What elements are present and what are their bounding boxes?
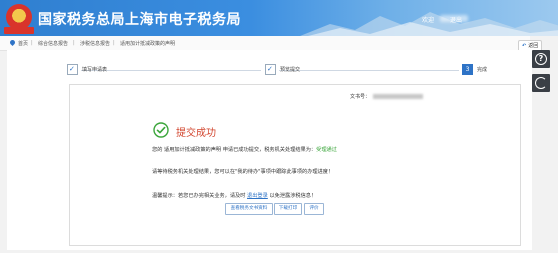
view-documents-button[interactable]: 查看税务文书资料 — [225, 203, 273, 215]
right-toolbar: ? — [532, 50, 550, 98]
success-check-icon — [153, 122, 169, 138]
breadcrumb-home[interactable]: 首页 — [18, 40, 28, 47]
site-title: 国家税务总局上海市电子税务局 — [38, 12, 241, 28]
breadcrumb-item-tax-info-report[interactable]: 涉税信息报告 — [80, 40, 110, 47]
result-status: 受理通过 — [316, 147, 337, 153]
username-redacted — [440, 15, 468, 22]
refresh-icon — [535, 77, 547, 89]
step-number: 3 — [462, 64, 473, 75]
breadcrumb-separator: | — [113, 40, 115, 46]
reminder-text: 温馨提示：若您已办完相关业务，请及时 — [152, 193, 246, 199]
emblem-ribbon — [4, 27, 34, 34]
step-label: 完成 — [477, 67, 488, 73]
result-message-text: 您的 适用加计抵减政策的声明 申请已成功提交，税务机关处理结果为： — [152, 147, 317, 153]
evaluate-button[interactable]: 评价 — [304, 203, 324, 215]
document-number-label: 文书号： — [350, 94, 371, 100]
reminder-suffix: 以免泄露涉税信息！ — [269, 193, 317, 199]
breadcrumb-separator: | — [73, 40, 75, 46]
download-print-button[interactable]: 下载打印 — [274, 203, 302, 215]
back-arrow-icon: ↶ — [522, 43, 527, 49]
location-pin-icon — [8, 38, 17, 47]
step-fill-form: 填写申请表 — [67, 63, 108, 76]
breadcrumb-item-info-report[interactable]: 综合信息报告 — [38, 40, 68, 47]
progress-steps: 填写申请表 预览提交 3 完成 — [67, 63, 487, 76]
back-label: 返回 — [528, 43, 539, 49]
result-card: 文书号： 提交成功 您的 适用加计抵减政策的声明 申请已成功提交，税务机关处理结… — [69, 84, 521, 246]
welcome-text: 欢迎 — [422, 17, 435, 24]
help-button[interactable]: ? — [532, 50, 550, 68]
result-message: 您的 适用加计抵减政策的声明 申请已成功提交，税务机关处理结果为：受理通过 — [152, 146, 337, 153]
wait-message: 请等待税务机关处理结果，您可以在"我的待办"事项中跟踪此事项的办理进度！ — [152, 169, 334, 175]
step-label: 填写申请表 — [82, 67, 108, 73]
step-complete: 3 完成 — [462, 64, 487, 76]
logout-link-inline[interactable]: 退出登录 — [247, 193, 268, 199]
step-done-check-icon — [265, 63, 276, 75]
step-connector — [81, 70, 261, 71]
refresh-button[interactable] — [532, 74, 550, 92]
main-content: 填写申请表 预览提交 3 完成 文书号： 提交成功 您的 适用加计抵减政策的声明 … — [7, 50, 532, 250]
document-number-redacted — [373, 94, 424, 99]
step-preview-submit: 预览提交 — [265, 63, 301, 76]
reminder-message: 温馨提示：若您已办完相关业务，请及时 退出登录 以免泄露涉税信息！ — [152, 192, 316, 199]
success-title: 提交成功 — [176, 128, 216, 139]
document-number: 文书号： — [350, 93, 424, 100]
breadcrumb: 首页 | 综合信息报告 | 涉税信息报告 | 适用加计抵减政策的声明 — [0, 36, 530, 51]
step-done-check-icon — [67, 63, 78, 75]
help-icon: ? — [535, 53, 547, 65]
step-label: 预览提交 — [280, 67, 301, 73]
breadcrumb-item-current: 适用加计抵减政策的声明 — [120, 41, 176, 47]
site-header: 国家税务总局上海市电子税务局 欢迎 退出 — [0, 0, 558, 36]
step-connector — [279, 70, 459, 71]
breadcrumb-separator: | — [31, 40, 33, 46]
